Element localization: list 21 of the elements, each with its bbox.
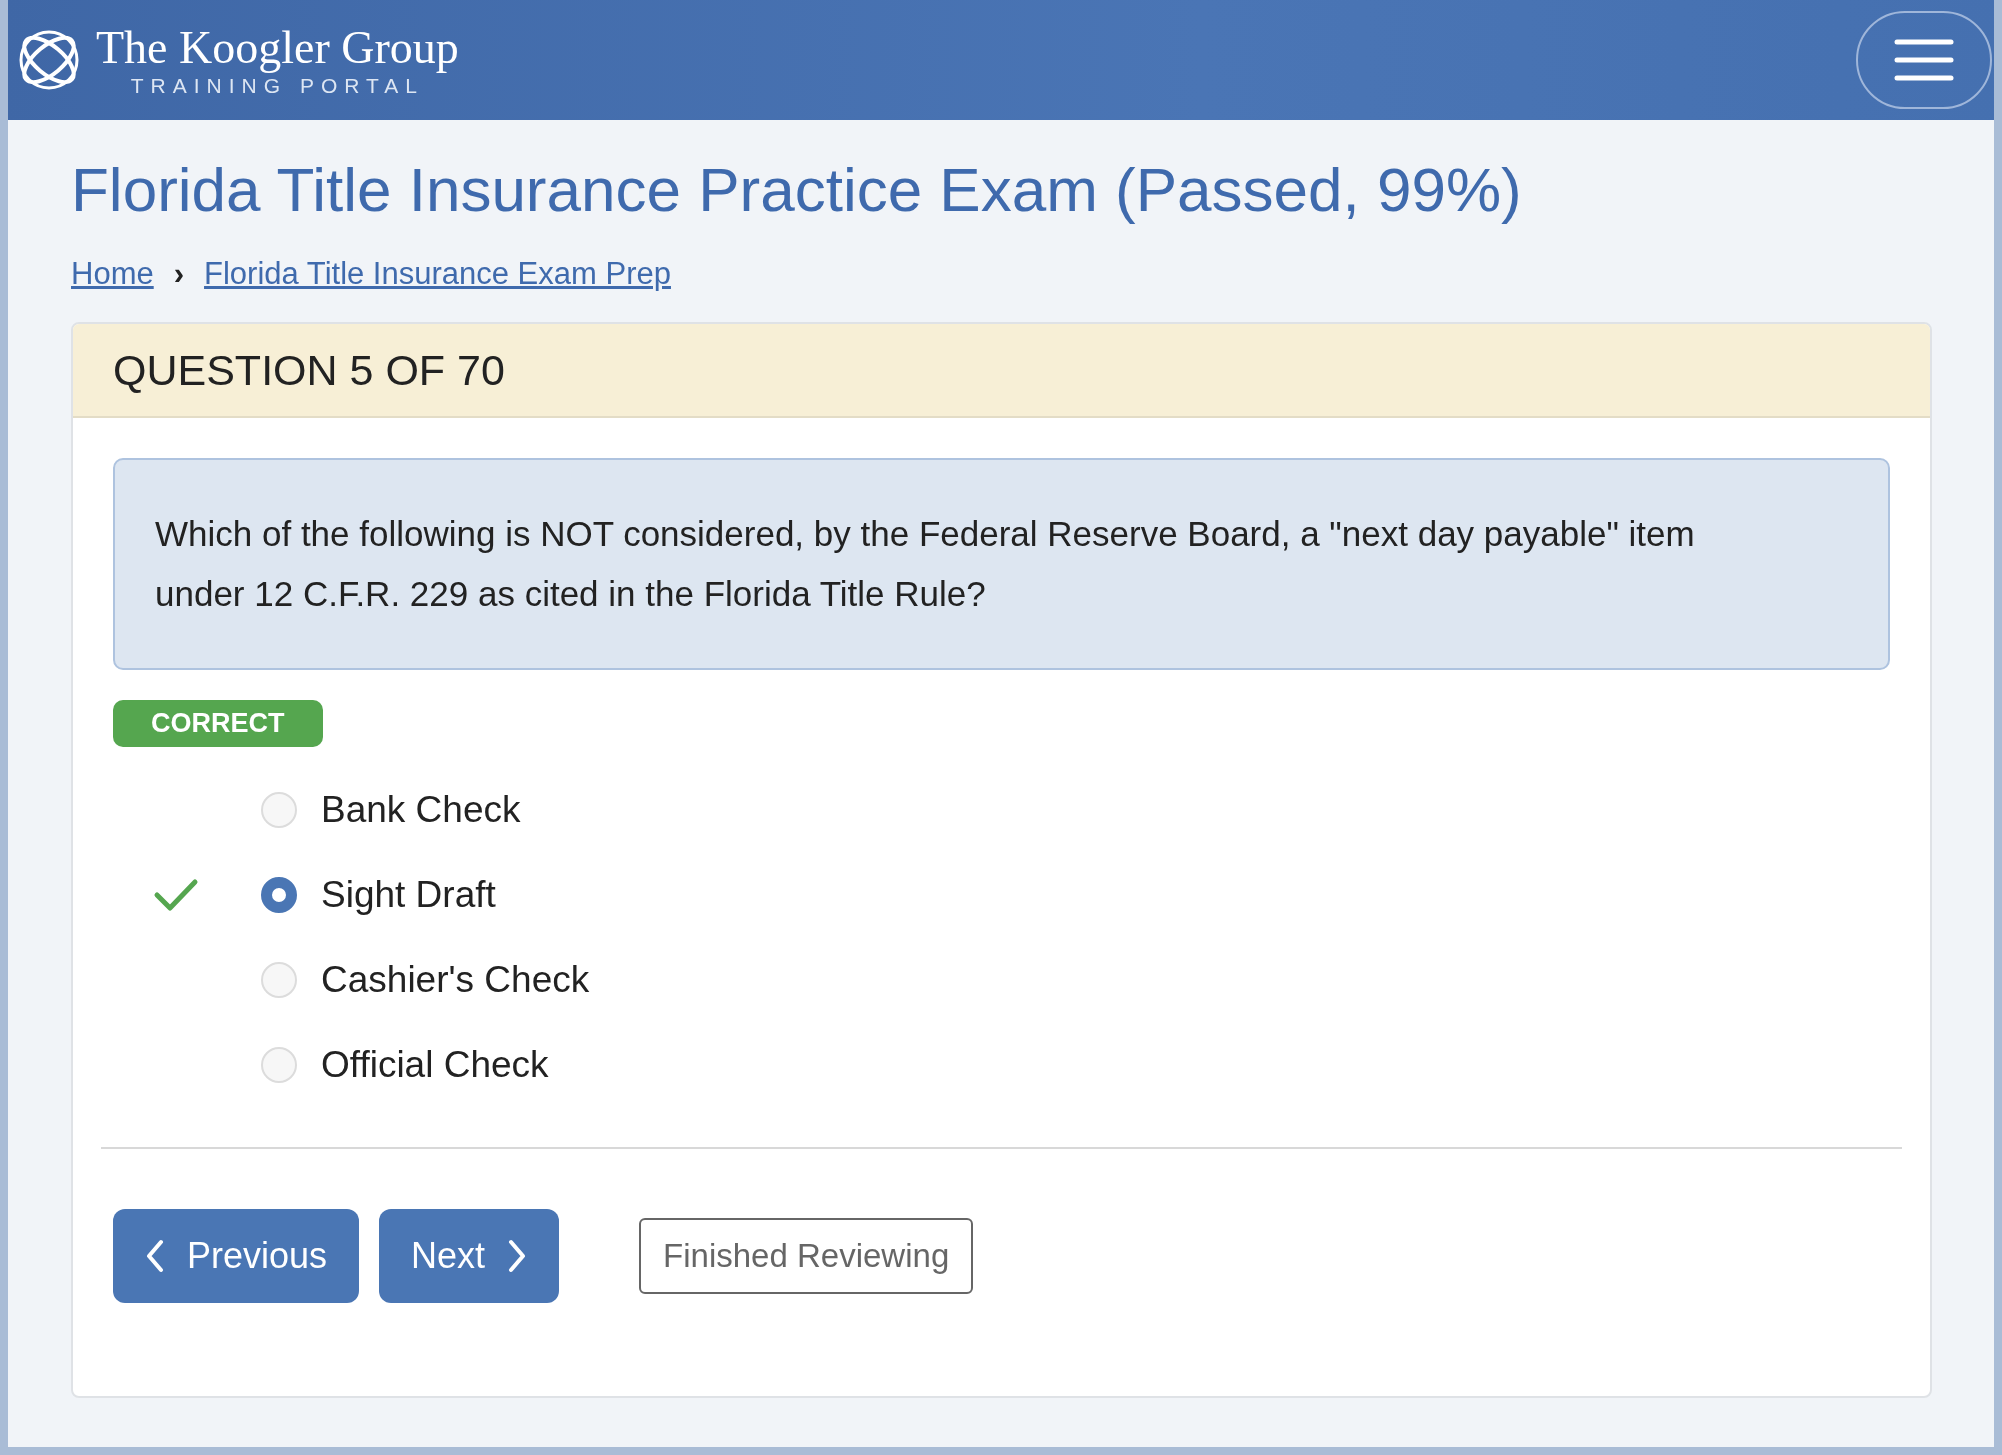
option-label[interactable]: Official Check [321, 1043, 549, 1086]
next-button[interactable]: Next [379, 1209, 560, 1303]
page-title: Florida Title Insurance Practice Exam (Passed, 99%) [71, 154, 1523, 226]
chevron-right-icon [507, 1238, 528, 1274]
result-badge: CORRECT [113, 700, 323, 747]
question-number: QUESTION 5 OF 70 [113, 345, 505, 395]
option-label[interactable]: Sight Draft [321, 873, 496, 916]
question-text: Which of the following is NOT considered, by the Federal Reserve Board, a "next day payable" item under 12 C.F.R. 229 as cited in the Florida Title Rule? [155, 513, 1696, 615]
menu-button[interactable] [1856, 11, 1992, 109]
breadcrumb-link[interactable]: Home [71, 256, 154, 292]
breadcrumb-link[interactable]: Florida Title Insurance Exam Prep [204, 256, 671, 292]
breadcrumb-separator: › [173, 256, 185, 292]
finished-reviewing-button[interactable]: Finished Reviewing [639, 1218, 974, 1294]
radio-button[interactable] [261, 876, 297, 913]
previous-button[interactable]: Previous [113, 1209, 360, 1303]
logo-title: The Koogler Group [96, 22, 459, 74]
menu-icon [1894, 38, 1954, 82]
chevron-left-icon [145, 1238, 165, 1274]
option-label[interactable]: Cashier's Check [321, 958, 590, 1001]
option-label[interactable]: Bank Check [321, 788, 521, 831]
logo-subtitle: TRAINING PORTAL [130, 74, 425, 98]
